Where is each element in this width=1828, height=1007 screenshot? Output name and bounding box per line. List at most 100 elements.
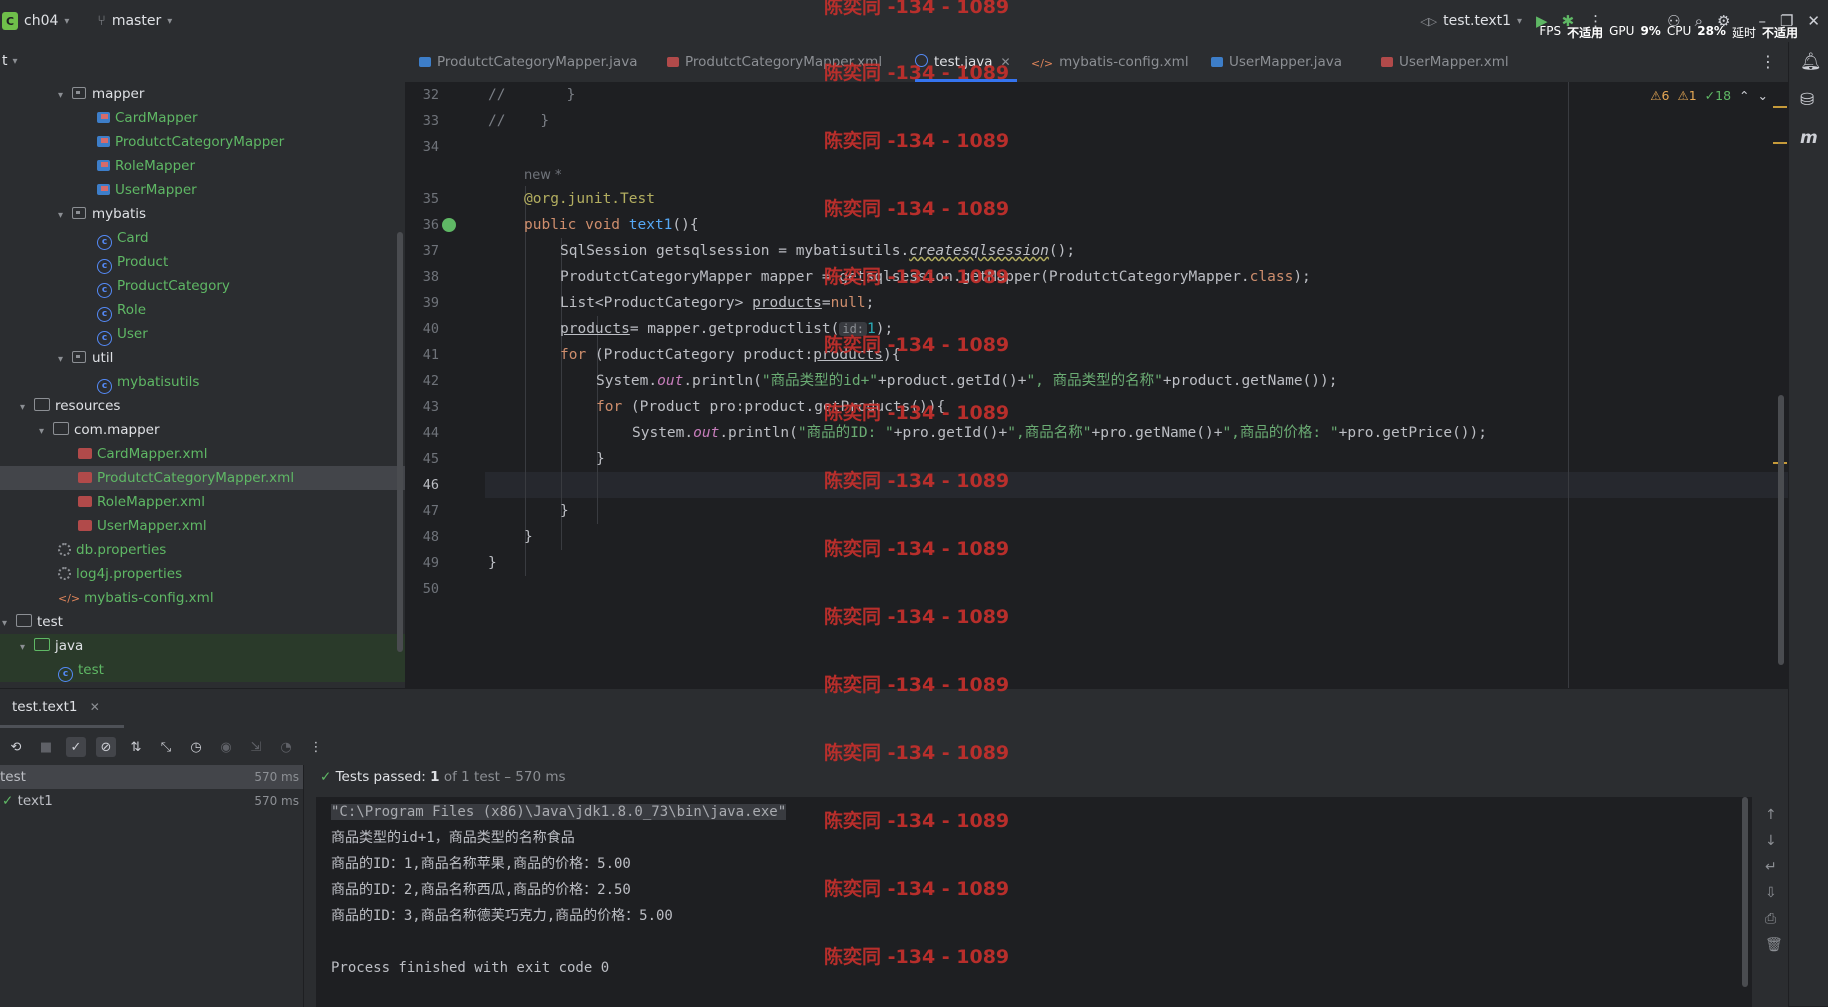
scroll-to-end-icon[interactable]: ⇩ — [1765, 885, 1777, 901]
console-scrollbar[interactable] — [1742, 797, 1748, 987]
chevron-down-icon: ▾ — [167, 15, 173, 27]
code-editor[interactable]: ⚠6 ⚠1 ✓18 ⌃ ⌄ // } // } new * @org.junit… — [485, 82, 1788, 688]
project-badge[interactable]: C — [2, 12, 18, 30]
close-tab-icon[interactable]: ✕ — [90, 700, 100, 714]
folder-icon — [34, 638, 50, 651]
soft-wrap-icon[interactable]: ↵ — [1765, 859, 1777, 875]
title-bar: C ch04 ▾ ⑂ master ▾ ◁▷ test.text1 ▾ ▶ ✱ … — [0, 0, 1828, 43]
warning-stripe[interactable] — [1773, 106, 1787, 108]
database-icon[interactable]: ⛁ — [1800, 90, 1814, 110]
test-tree-row-test[interactable]: test 570 ms — [0, 765, 303, 789]
editor-tab-bar: ProdutctCategoryMapper.java ProdutctCate… — [405, 42, 1788, 83]
tab-user-mapper-xml[interactable]: UserMapper.xml — [1381, 42, 1509, 82]
scroll-up-icon[interactable]: ↑ — [1765, 807, 1777, 823]
tree-node-log4j-properties[interactable]: log4j.properties — [0, 562, 451, 586]
console-output[interactable]: "C:\Program Files (x86)\Java\jdk1.8.0_73… — [316, 797, 1752, 1007]
fps-value: 不适用 — [1567, 26, 1604, 40]
line-number: 47 — [422, 503, 439, 519]
tree-node-mybatis-config[interactable]: </> mybatis-config.xml — [0, 586, 451, 610]
code-line-39: List<ProductCategory> products=null; — [560, 295, 875, 311]
tree-node-util-package[interactable]: ▾ util — [0, 346, 451, 370]
run-tool-window: test.text1 ✕ ⟲ ■ ✓ ⊘ ⇅ ⤡ ◷ ◉ ⇲ ◔ ⋮ test … — [0, 688, 1788, 1007]
warning-stripe[interactable] — [1773, 142, 1787, 144]
line-number: 49 — [422, 555, 439, 571]
tree-node-mapper-package[interactable]: ▾ mapper — [0, 82, 451, 106]
class-icon: c — [58, 667, 73, 682]
notifications-icon[interactable]: 🔔︎ — [1800, 52, 1822, 72]
tree-node-mybatis-package[interactable]: ▾ mybatis — [0, 202, 451, 226]
mapper-interface-icon — [419, 57, 431, 67]
mapper-interface-icon — [97, 112, 110, 123]
folder-icon — [34, 398, 50, 411]
branch-selector[interactable]: ⑂ master ▾ — [97, 13, 172, 29]
collapse-icon[interactable]: ⤡ — [156, 737, 176, 757]
package-icon — [72, 87, 86, 99]
tab-test-java[interactable]: test.java ✕ — [915, 42, 1017, 82]
project-panel-header[interactable]: t ▾ — [0, 42, 405, 80]
tree-node-com-mapper-folder[interactable]: ▾ com.mapper — [0, 418, 432, 442]
more-vertical-icon[interactable]: ⋮ — [306, 737, 326, 757]
mybatis-xml-icon — [1381, 57, 1393, 67]
inspection-widget[interactable]: ⚠6 ⚠1 ✓18 ⌃ ⌄ — [1650, 88, 1768, 103]
tree-node-java-folder[interactable]: ▾ java — [0, 634, 405, 658]
run-config-selector[interactable]: ◁▷ test.text1 ▾ — [1420, 13, 1522, 29]
show-passed-icon[interactable]: ✓ — [66, 737, 86, 757]
run-tab-test-text1[interactable]: test.text1 ✕ — [12, 699, 100, 715]
tab-category-mapper-java[interactable]: ProdutctCategoryMapper.java — [419, 42, 637, 82]
config-icon: ◁▷ — [1420, 14, 1438, 28]
coverage-icon[interactable]: ◔ — [276, 737, 296, 757]
check-icon: ✓ — [320, 769, 332, 785]
scroll-down-icon[interactable]: ↓ — [1765, 833, 1777, 849]
tree-node-resources-folder[interactable]: ▾ resources — [0, 394, 413, 418]
line-number: 50 — [422, 581, 439, 597]
project-selector[interactable]: ch04 ▾ — [24, 13, 69, 29]
test-passed-run-icon[interactable] — [442, 218, 456, 232]
tab-mybatis-config[interactable]: </> mybatis-config.xml — [1031, 42, 1189, 82]
close-tab-icon[interactable]: ✕ — [1001, 55, 1011, 69]
code-line-33: // } — [488, 113, 550, 129]
close-window-icon[interactable]: ✕ — [1807, 12, 1820, 30]
trash-icon[interactable]: 🗑︎ — [1765, 937, 1783, 953]
camera-icon[interactable]: ◉ — [216, 737, 236, 757]
chevron-down-icon: ▾ — [1517, 15, 1523, 27]
line-number: 45 — [422, 451, 439, 467]
tab-user-mapper-java[interactable]: UserMapper.java — [1211, 42, 1342, 82]
line-number: 40 — [422, 321, 439, 337]
line-number: 43 — [422, 399, 439, 415]
mapper-interface-icon — [97, 184, 110, 195]
sort-icon[interactable]: ⇅ — [126, 737, 146, 757]
history-icon[interactable]: ◷ — [186, 737, 206, 757]
project-tool-window: t ▾ ▾ mapper CardMapper ProdutctCategoryM… — [0, 42, 471, 688]
test-tree-row-text1[interactable]: ✓ text1 570 ms — [0, 789, 303, 813]
test-results-tree: test 570 ms ✓ text1 570 ms — [0, 765, 304, 1007]
chevron-down-icon[interactable]: ⌄ — [1758, 88, 1768, 103]
tree-node-test-class[interactable]: c test — [0, 658, 405, 682]
show-ignored-icon[interactable]: ⊘ — [96, 737, 116, 757]
fps-label: FPS — [1539, 24, 1562, 38]
line-number: 38 — [422, 269, 439, 285]
stop-icon[interactable]: ■ — [36, 737, 56, 757]
console-line: 商品的ID：2,商品名称西瓜,商品的价格：2.50 — [331, 882, 631, 898]
more-vertical-icon[interactable]: ⋮ — [1760, 52, 1776, 71]
folder-icon — [53, 422, 69, 435]
export-icon[interactable]: ⇲ — [246, 737, 266, 757]
console-line: 商品类型的id+1，商品类型的名称食品 — [331, 830, 575, 846]
tree-node-test-folder[interactable]: ▾ test — [0, 610, 395, 634]
test-status-line: ✓ Tests passed: 1 of 1 test – 570 ms — [320, 769, 566, 785]
print-icon[interactable]: ⎙ — [1765, 911, 1776, 927]
line-number: 37 — [422, 243, 439, 259]
line-number: 33 — [422, 113, 439, 129]
rerun-icon[interactable]: ⟲ — [6, 737, 26, 757]
tree-node-db-properties[interactable]: db.properties — [0, 538, 451, 562]
maven-icon[interactable]: m — [1800, 128, 1818, 148]
editor-scrollbar[interactable] — [1778, 395, 1784, 665]
tab-category-mapper-xml[interactable]: ProdutctCategoryMapper.xml — [667, 42, 882, 82]
mapper-interface-icon — [97, 136, 110, 147]
gpu-value: 9% — [1640, 24, 1661, 38]
class-icon: c — [97, 259, 112, 274]
system-monitor-overlay: FPS 不适用 GPU 9% CPU 28% 延时 不适用 — [1539, 24, 1798, 41]
code-line-48: } — [524, 529, 533, 545]
project-scrollbar[interactable] — [397, 232, 403, 652]
chevron-up-icon[interactable]: ⌃ — [1739, 88, 1749, 103]
line-number: 41 — [422, 347, 439, 363]
